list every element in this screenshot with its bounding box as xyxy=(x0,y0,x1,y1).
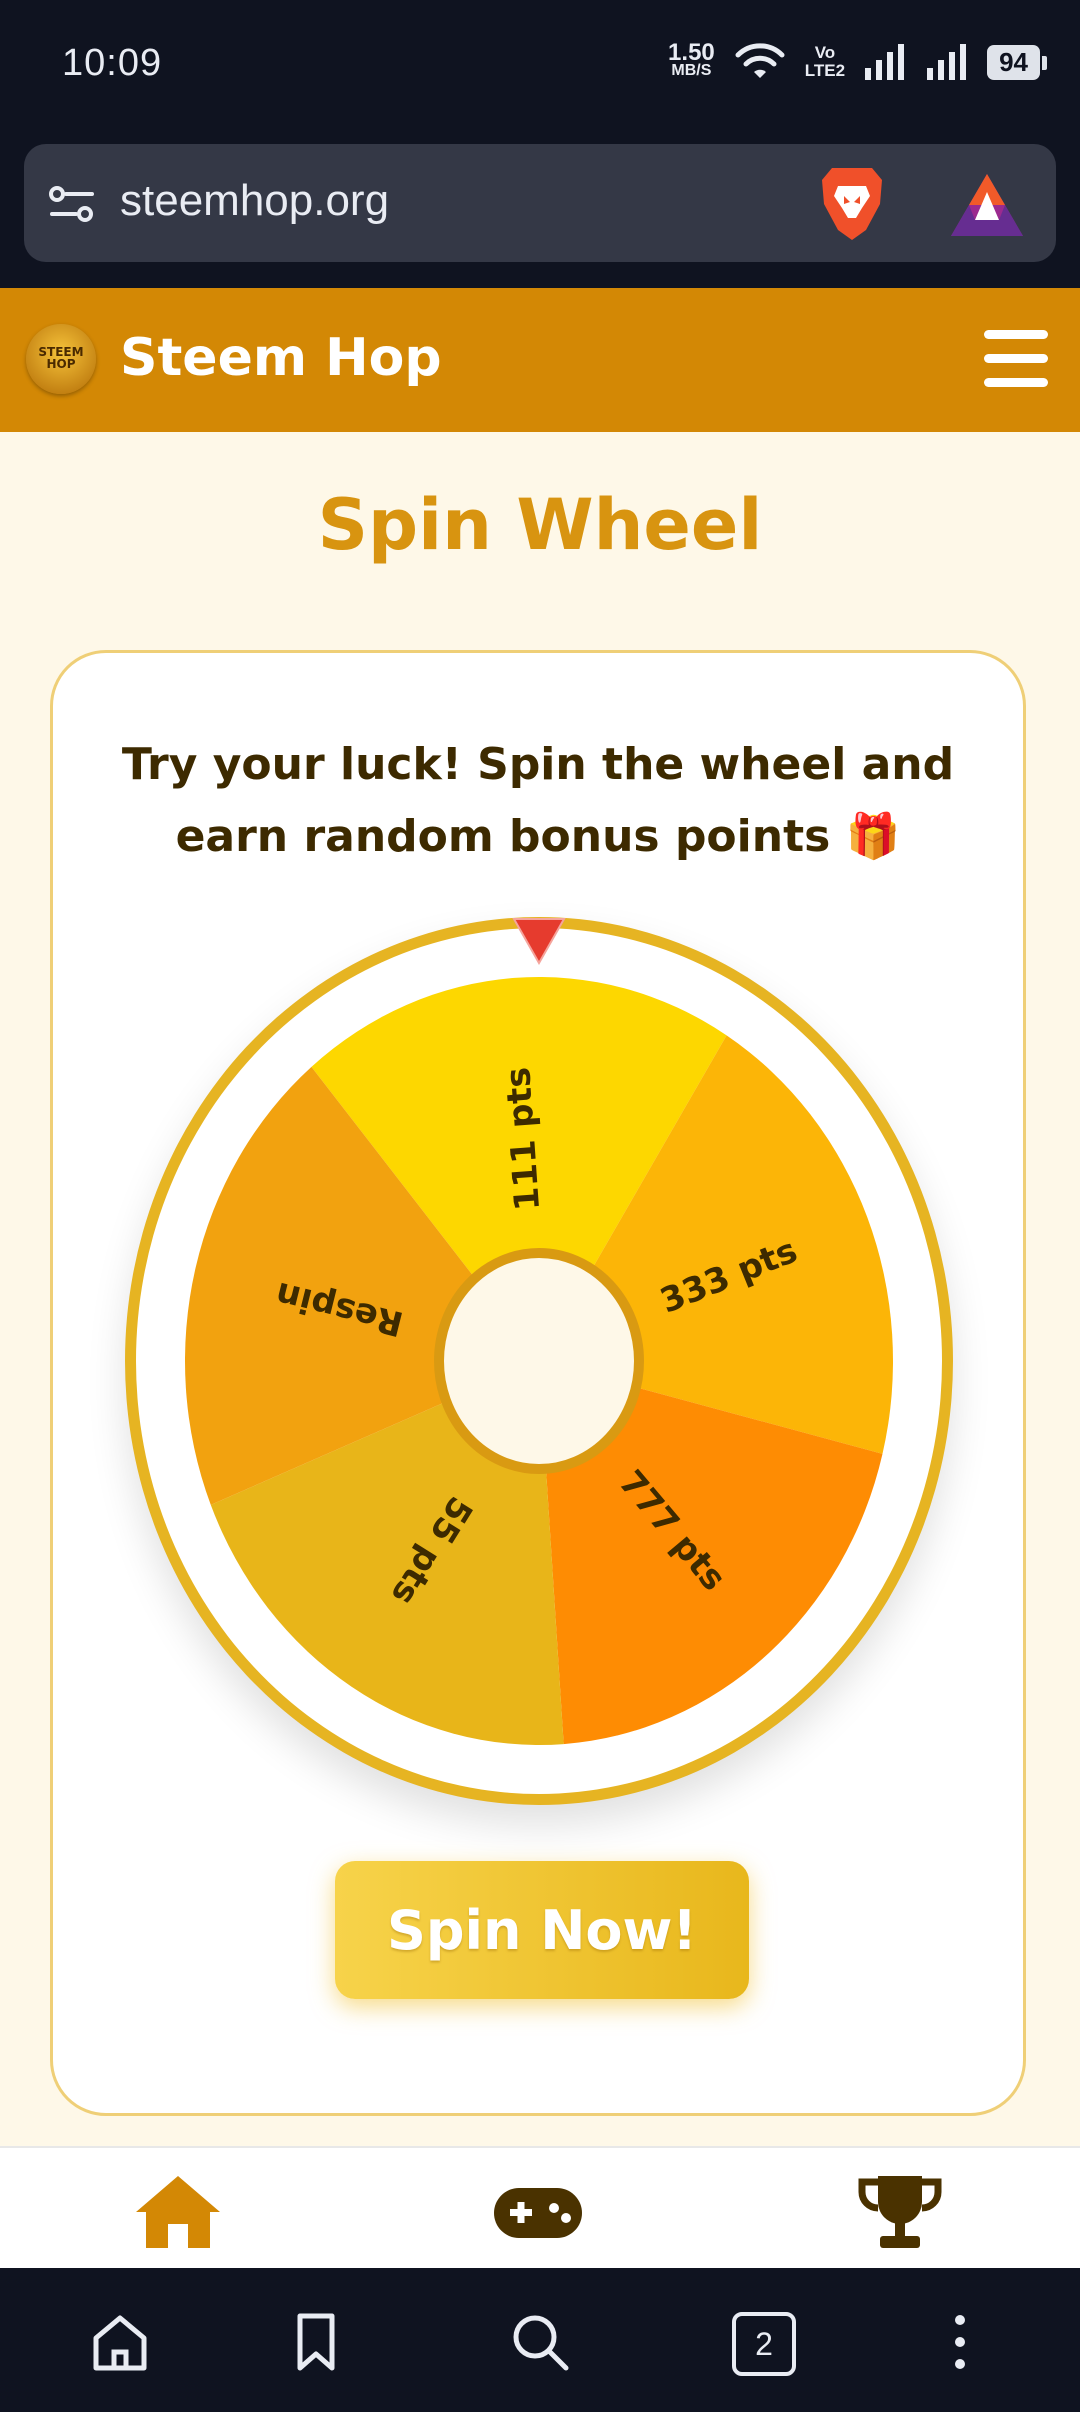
home-icon[interactable] xyxy=(132,2172,224,2252)
signal-icon xyxy=(865,44,905,80)
spin-wheel[interactable]: 111 pts 333 pts 777 pts 55 pts Respin xyxy=(125,917,953,1805)
main-content: Spin Wheel Try your luck! Spin the wheel… xyxy=(0,432,1080,2146)
address-bar[interactable]: steemhop.org xyxy=(24,144,1056,262)
hamburger-menu-icon[interactable] xyxy=(984,330,1048,388)
steem-hop-logo[interactable]: STEEM HOP xyxy=(26,324,96,394)
site-settings-icon[interactable] xyxy=(48,184,96,224)
network-speed: 1.50 MB/S xyxy=(668,39,715,80)
browser-toolbar: steemhop.org xyxy=(0,140,1080,288)
tabs-icon[interactable]: 2 xyxy=(730,2310,796,2376)
spin-wheel-card: Try your luck! Spin the wheel and earn r… xyxy=(50,650,1026,2116)
gamepad-icon[interactable] xyxy=(492,2172,584,2252)
app-bottom-nav xyxy=(0,2146,1080,2270)
status-time: 10:09 xyxy=(62,42,163,84)
url-text[interactable]: steemhop.org xyxy=(120,176,389,226)
wifi-icon xyxy=(735,43,785,78)
search-icon[interactable] xyxy=(508,2310,572,2374)
wheel-pointer-icon xyxy=(512,918,566,965)
app-header: STEEM HOP Steem Hop xyxy=(0,288,1080,432)
trophy-icon[interactable] xyxy=(854,2172,946,2252)
page-title: Spin Wheel xyxy=(317,484,763,566)
signal-icon xyxy=(927,44,967,80)
battery-indicator: 94 xyxy=(987,44,1047,80)
intro-text: Try your luck! Spin the wheel and earn r… xyxy=(121,739,955,862)
browser-bottom-nav: 2 xyxy=(0,2268,1080,2412)
bat-rewards-icon[interactable] xyxy=(949,172,1025,238)
wheel-segments: 111 pts333 pts777 pts55 ptsRespin xyxy=(185,977,893,1745)
more-menu-icon[interactable] xyxy=(928,2310,992,2374)
tab-count: 2 xyxy=(732,2312,796,2376)
brave-lion-icon[interactable] xyxy=(814,164,890,244)
wheel-hub xyxy=(434,1248,644,1474)
volte-indicator: Vo LTE2 xyxy=(804,43,846,80)
status-icons: 1.50 MB/S Vo LTE2 94 xyxy=(668,39,1047,82)
status-bar: 10:09 1.50 MB/S Vo LTE2 94 xyxy=(0,0,1080,140)
spin-now-button[interactable]: Spin Now! xyxy=(335,1861,749,1999)
brand-title[interactable]: Steem Hop xyxy=(120,328,442,388)
logo-text: STEEM HOP xyxy=(38,345,84,371)
home-icon[interactable] xyxy=(88,2310,152,2374)
bookmark-icon[interactable] xyxy=(284,2310,348,2374)
